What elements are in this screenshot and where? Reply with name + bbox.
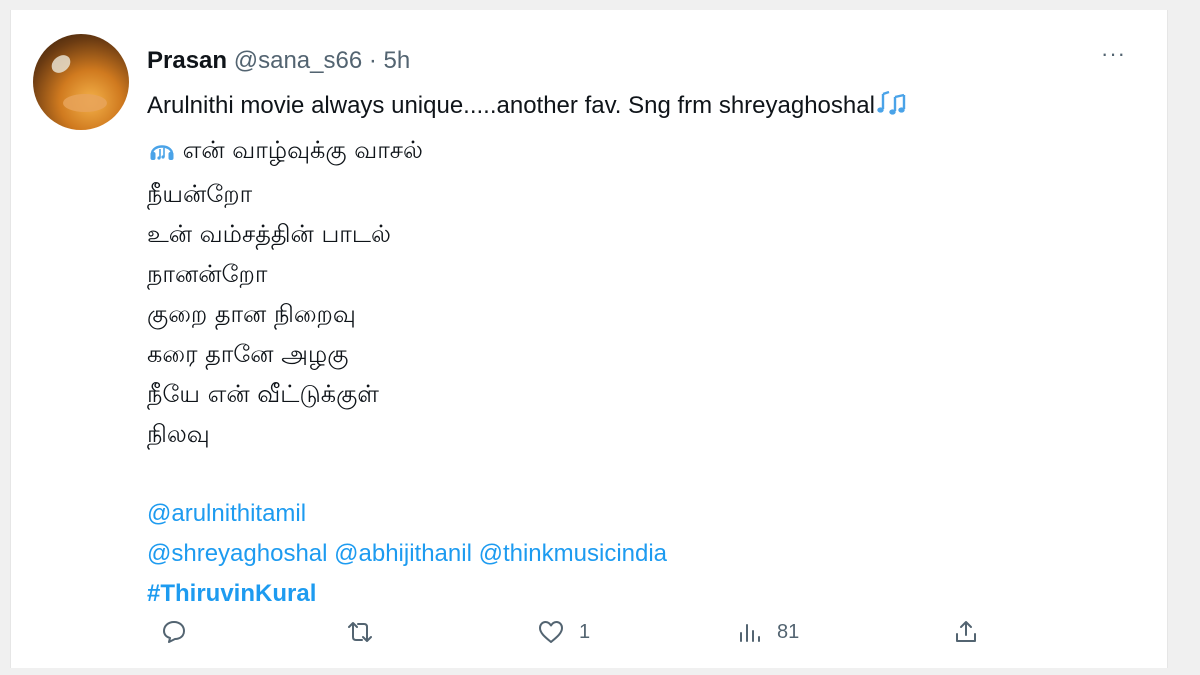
text-line: நிலவு <box>147 420 210 448</box>
avatar[interactable] <box>33 34 129 130</box>
text-line: என் வாழ்வுக்கு வாசல் <box>147 130 1147 174</box>
views-button[interactable]: 81 <box>737 616 799 648</box>
views-icon <box>737 619 763 645</box>
tweet-text: Arulnithi movie always unique.....anothe… <box>147 86 1147 614</box>
tweet-header: Prasan @sana_s66 · 5h <box>147 46 410 76</box>
mention-link[interactable]: @arulnithitamil <box>147 494 1147 534</box>
reply-button[interactable] <box>161 616 201 648</box>
retweet-icon <box>345 619 375 645</box>
text-line: நானன்றோ <box>147 260 268 288</box>
text-line: உன் வம்சத்தின் பாடல் <box>147 220 391 248</box>
share-button[interactable] <box>953 616 979 648</box>
mention-links[interactable]: @shreyaghoshal @abhijithanil @thinkmusic… <box>147 534 1147 574</box>
like-count: 1 <box>579 620 591 643</box>
text-line: நீயே என் வீட்டுக்குள் <box>147 380 379 408</box>
tweet-card[interactable]: Prasan @sana_s66 · 5h ··· Arulnithi movi… <box>10 10 1168 668</box>
hand-shape <box>63 94 107 112</box>
like-icon <box>537 619 565 645</box>
reply-icon <box>161 619 187 645</box>
separator-dot: · <box>368 47 377 74</box>
text-line: குறை தான நிறைவு <box>147 300 356 328</box>
like-button[interactable]: 1 <box>537 616 590 648</box>
screenshot-frame: Prasan @sana_s66 · 5h ··· Arulnithi movi… <box>0 0 1200 675</box>
text-line-content: Arulnithi movie always unique.....anothe… <box>147 92 875 119</box>
butterfly-shape <box>48 53 74 75</box>
music-notes-icon <box>877 90 907 130</box>
tweet-actions: 1 81 <box>147 616 1047 648</box>
text-line: கரை தானே அழகு <box>147 340 349 368</box>
share-icon <box>953 619 979 645</box>
author-handle[interactable]: @sana_s66 <box>234 47 362 74</box>
hashtag-link[interactable]: #ThiruvinKural <box>147 574 1147 614</box>
retweet-button[interactable] <box>345 616 389 648</box>
author-name[interactable]: Prasan <box>147 47 227 74</box>
text-line: Arulnithi movie always unique.....anothe… <box>147 86 1147 130</box>
headphones-icon <box>149 134 175 174</box>
tweet-time[interactable]: 5h <box>384 47 411 74</box>
views-count: 81 <box>777 620 800 643</box>
text-line-content: என் வாழ்வுக்கு வாசல் <box>182 136 423 164</box>
more-options-button[interactable]: ··· <box>1101 43 1129 66</box>
text-line: நீயன்றோ <box>147 180 253 208</box>
